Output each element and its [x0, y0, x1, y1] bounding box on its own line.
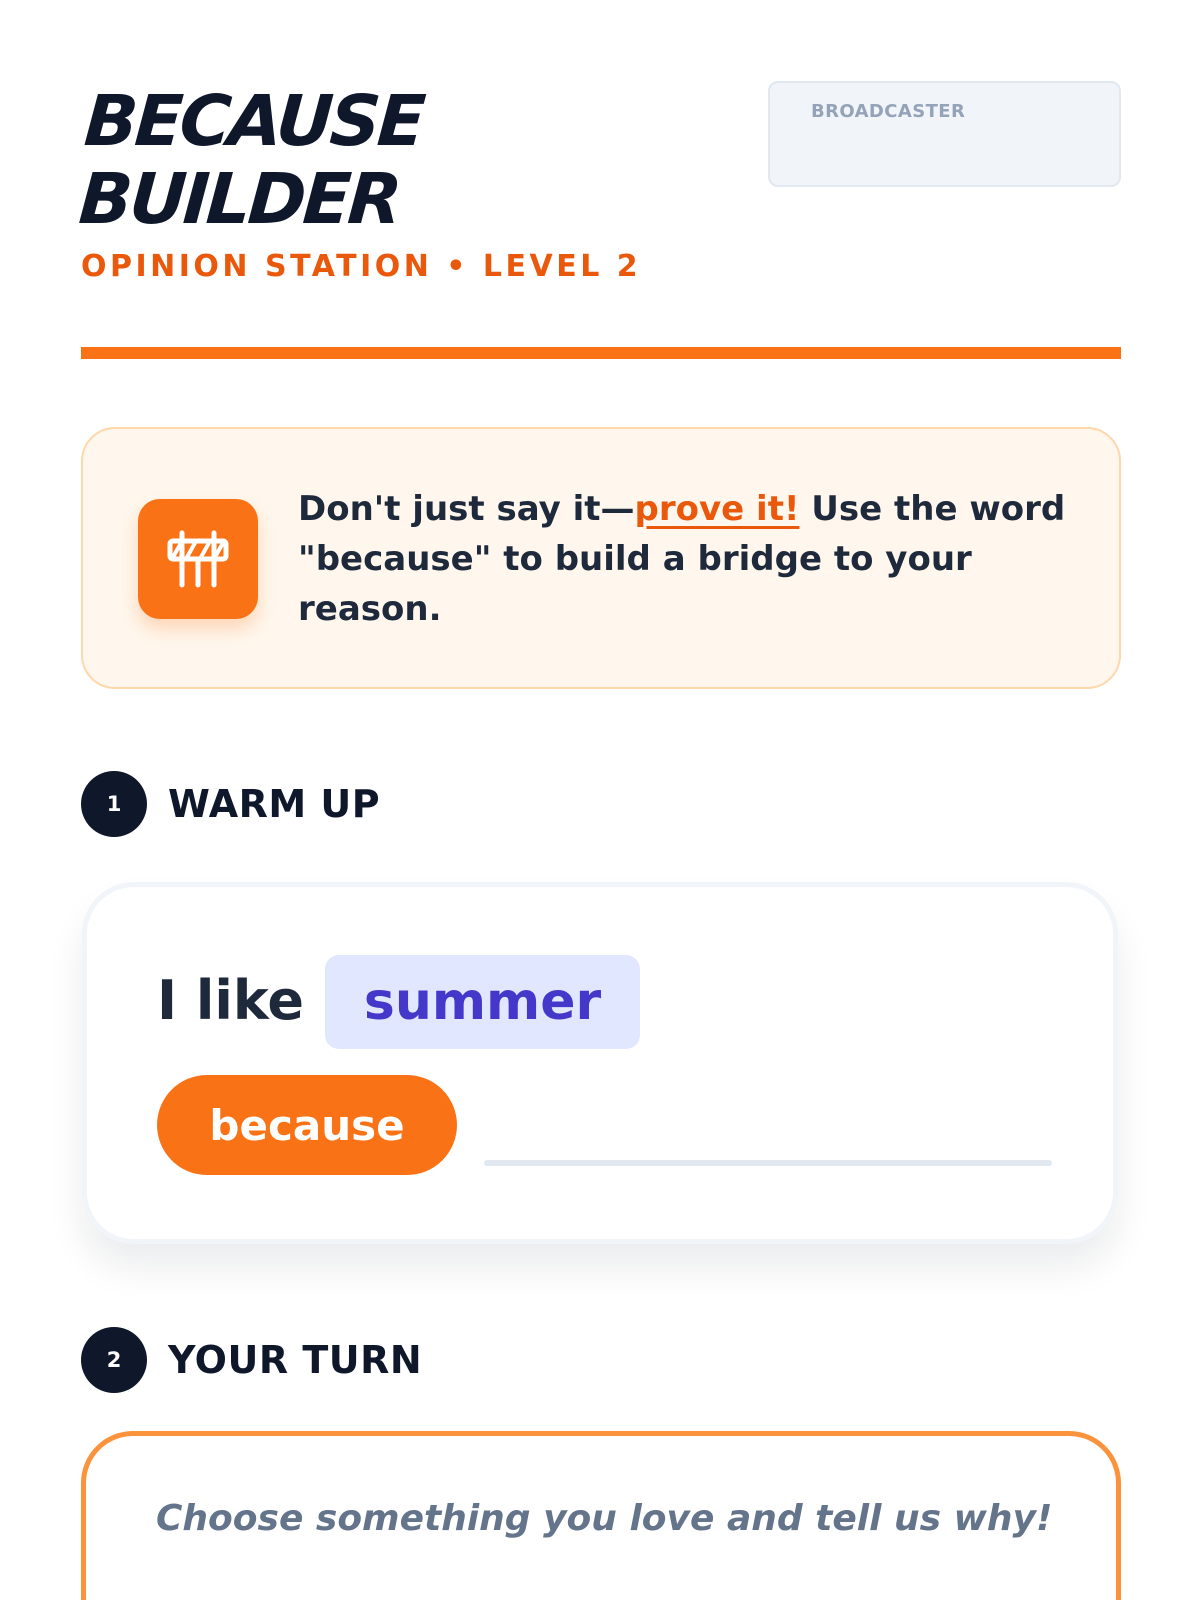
- step-number-badge: 2: [81, 1327, 147, 1393]
- choice-chip[interactable]: summer: [325, 955, 640, 1049]
- your-turn-prompt: Choose something you love and tell us wh…: [156, 1498, 1053, 1539]
- role-field[interactable]: BROADCASTER: [768, 81, 1121, 187]
- section-warm-up: 1 WARM UP: [81, 771, 380, 837]
- title-line-1: BECAUSE: [81, 80, 426, 162]
- tip-text: Don't just say it—prove it! Use the word…: [298, 484, 1078, 634]
- barrier-icon: [138, 499, 258, 619]
- tip-box: Don't just say it—prove it! Use the word…: [81, 427, 1121, 689]
- title-line-2: BUILDER: [76, 158, 402, 240]
- section-title: YOUR TURN: [168, 1338, 423, 1382]
- role-label: BROADCASTER: [811, 101, 966, 122]
- sentence-lead: I like: [157, 969, 304, 1032]
- answer-blank[interactable]: [484, 1160, 1052, 1166]
- header-divider: [81, 347, 1121, 359]
- page-title: BECAUSE BUILDER: [76, 80, 426, 240]
- tip-text-before: Don't just say it—: [298, 489, 635, 529]
- section-title: WARM UP: [168, 782, 381, 826]
- warm-up-card: I like summer because: [82, 882, 1118, 1244]
- step-number-badge: 1: [81, 771, 147, 837]
- because-chip[interactable]: because: [157, 1075, 457, 1175]
- page-subtitle: OPINION STATION • LEVEL 2: [81, 249, 642, 284]
- your-turn-card[interactable]: Choose something you love and tell us wh…: [81, 1431, 1121, 1600]
- tip-highlight: prove it!: [634, 489, 800, 529]
- page: BECAUSE BUILDER OPINION STATION • LEVEL …: [0, 0, 1200, 1600]
- section-your-turn: 2 YOUR TURN: [81, 1327, 422, 1393]
